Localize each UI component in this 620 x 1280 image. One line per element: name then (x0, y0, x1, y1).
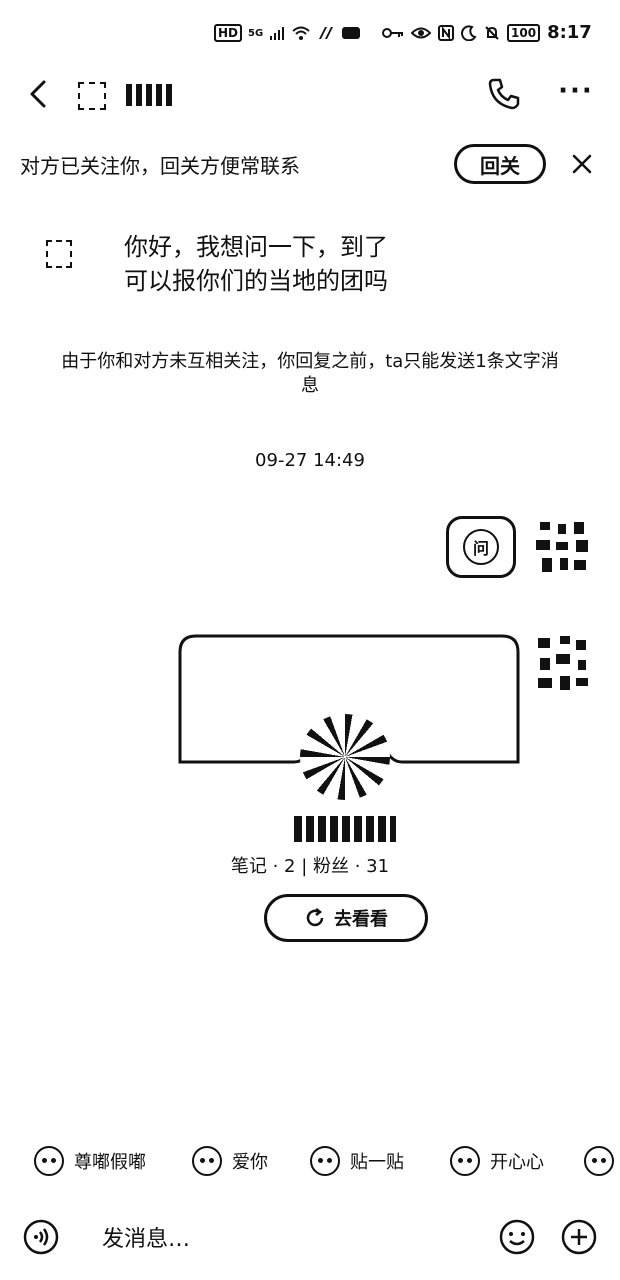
bird-sticker-icon (34, 1146, 64, 1176)
eye-icon (411, 27, 431, 38)
chat-title-name[interactable] (126, 84, 176, 106)
more-options-icon[interactable]: ··· (556, 76, 596, 112)
my-avatar[interactable] (530, 518, 594, 580)
message-input[interactable] (100, 1220, 484, 1258)
mute-bell-icon (485, 25, 499, 40)
signal-icon (270, 27, 285, 40)
ask-bubble[interactable]: 问 (446, 516, 516, 578)
battery-icon: 100 (507, 23, 541, 42)
add-attachment-icon[interactable] (560, 1218, 598, 1256)
moon-icon (461, 24, 477, 41)
voice-input-icon[interactable] (22, 1218, 60, 1256)
sticker-item[interactable]: 尊嘟假嘟 (34, 1146, 146, 1176)
emoji-icon[interactable] (498, 1218, 536, 1256)
panda-sticker-icon (192, 1146, 222, 1176)
view-profile-label: 去看看 (334, 909, 388, 930)
sticker-label: 爱你 (232, 1152, 268, 1173)
clock: 8:17 (547, 22, 592, 43)
message-timestamp: 09-27 14:49 (255, 450, 365, 471)
sender-avatar[interactable] (46, 240, 72, 268)
wifi-icon (292, 26, 310, 40)
sticker-item[interactable]: 爱你 (192, 1146, 268, 1176)
follow-back-button[interactable]: 回关 (454, 144, 546, 184)
sticker-label: 开心心 (490, 1152, 544, 1173)
refresh-icon (306, 908, 324, 927)
follow-banner-text: 对方已关注你，回关方便常联系 (20, 154, 300, 178)
view-profile-button[interactable]: 去看看 (264, 894, 428, 942)
profile-card-avatar[interactable] (300, 714, 390, 800)
card-sender-avatar[interactable] (530, 632, 594, 696)
hd-badge: HD (214, 24, 243, 42)
sticker-item[interactable]: 开心心 (450, 1146, 544, 1176)
nfc-icon (319, 27, 334, 39)
status-left: HD 5G (214, 24, 361, 42)
nfc-n-icon (438, 24, 454, 41)
system-notice: 由于你和对方未互相关注，你回复之前，ta只能发送1条文字消息 (61, 351, 559, 396)
network-label: 5G (248, 27, 264, 39)
sticker-item[interactable] (584, 1146, 614, 1176)
duck-sticker-icon (450, 1146, 480, 1176)
status-right: 100 8:17 (382, 22, 592, 43)
profile-card-name[interactable] (294, 816, 396, 842)
app-badge-icon (342, 27, 361, 39)
close-icon[interactable] (566, 148, 598, 180)
phone-icon[interactable] (486, 76, 522, 112)
cat-sticker-icon (310, 1146, 340, 1176)
question-sticker-icon: 问 (463, 529, 499, 565)
profile-card-stats: 笔记 · 2 | 粉丝 · 31 (230, 856, 390, 877)
more-sticker-icon (584, 1146, 614, 1176)
sticker-label: 贴一贴 (350, 1152, 404, 1173)
back-icon[interactable] (20, 74, 60, 114)
title-avatar[interactable] (78, 82, 106, 110)
sticker-label: 尊嘟假嘟 (74, 1152, 146, 1173)
sticker-item[interactable]: 贴一贴 (310, 1146, 404, 1176)
incoming-message: 你好，我想问一下，到了 可以报你们的当地的团吗 (124, 233, 388, 295)
key-icon (382, 27, 403, 38)
